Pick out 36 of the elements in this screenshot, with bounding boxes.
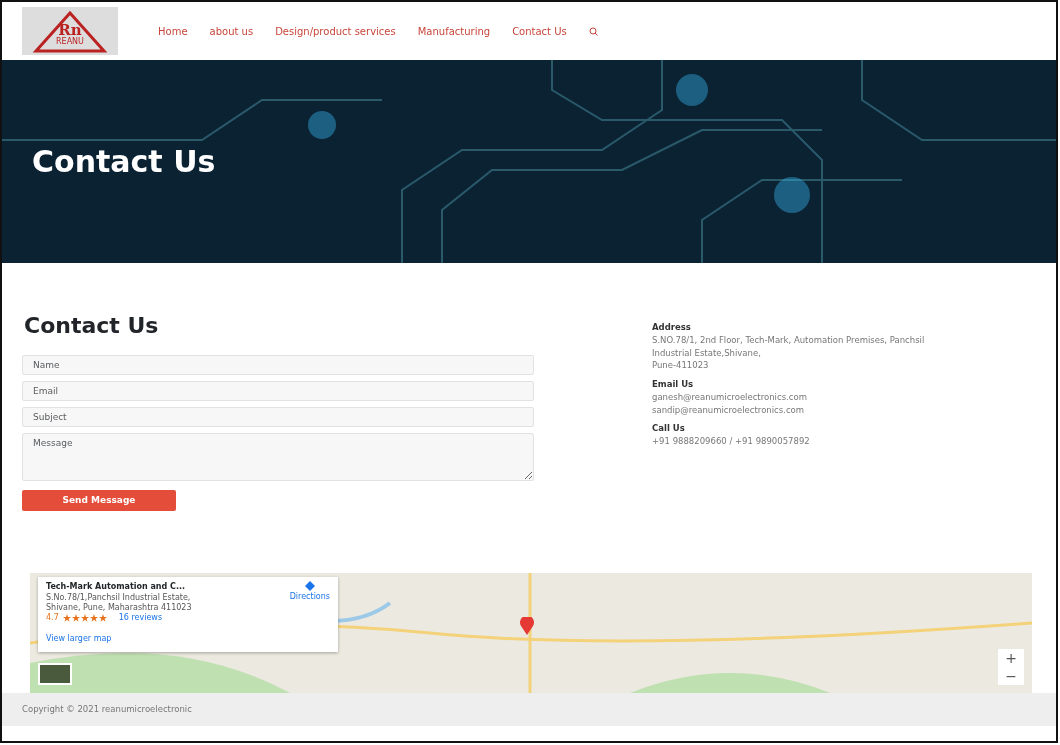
directions-link[interactable]: Directions <box>289 591 330 603</box>
nav-link[interactable]: about us <box>209 23 254 39</box>
zoom-out-button[interactable]: − <box>998 667 1024 685</box>
contact-line: ganesh@reanumicroelectronics.com <box>652 390 808 404</box>
contact-line: sandip@reanumicroelectronics.com <box>652 403 806 417</box>
place-address: S.No.78/1,Panchsil Industrial Estate, <box>46 593 192 603</box>
rating-value: 4.7 <box>46 612 59 625</box>
search-icon[interactable] <box>588 26 598 36</box>
send-button[interactable]: Send Message <box>22 490 176 512</box>
input-field[interactable]: Email <box>22 381 534 402</box>
map-pin-icon <box>520 617 534 635</box>
contact-heading: Call Us <box>652 422 686 435</box>
form-heading: Contact Us <box>24 313 160 340</box>
contact-line: Industrial Estate,Shivane, <box>652 346 762 360</box>
reviews-link[interactable]: 16 reviews <box>118 612 163 625</box>
message-field[interactable]: Message <box>22 433 534 482</box>
copyright-text: Copyright © 2021 reanumicroelectronic <box>22 703 192 716</box>
satellite-thumbnail[interactable] <box>38 663 72 685</box>
nav-link[interactable]: Home <box>158 23 188 39</box>
larger-map-link[interactable]: View larger map <box>46 634 112 644</box>
contact-line: +91 9888209660 / +91 9890057892 <box>652 435 811 448</box>
zoom-in-button[interactable]: + <box>998 649 1024 667</box>
contact-heading: Address <box>652 321 692 334</box>
directions-icon[interactable] <box>304 581 315 591</box>
logo[interactable]: Rn REANU <box>22 7 118 55</box>
nav-link[interactable]: Contact Us <box>512 23 567 39</box>
input-field[interactable]: Name <box>22 355 534 376</box>
input-field[interactable]: Subject <box>22 407 534 428</box>
contact-heading: Email Us <box>652 378 695 391</box>
place-address: Shivane, Pune, Maharashtra 411023 <box>46 602 192 613</box>
page-title: Contact Us <box>32 143 216 180</box>
nav-link[interactable]: Manufacturing <box>417 23 491 39</box>
nav-link[interactable]: Design/product services <box>275 23 396 39</box>
contact-line: Pune-411023 <box>652 359 710 372</box>
place-name: Tech-Mark Automation and C... <box>46 581 187 593</box>
contact-line: S.NO.78/1, 2nd Floor, Tech-Mark, Automation Premises, Panchsil <box>652 333 925 347</box>
